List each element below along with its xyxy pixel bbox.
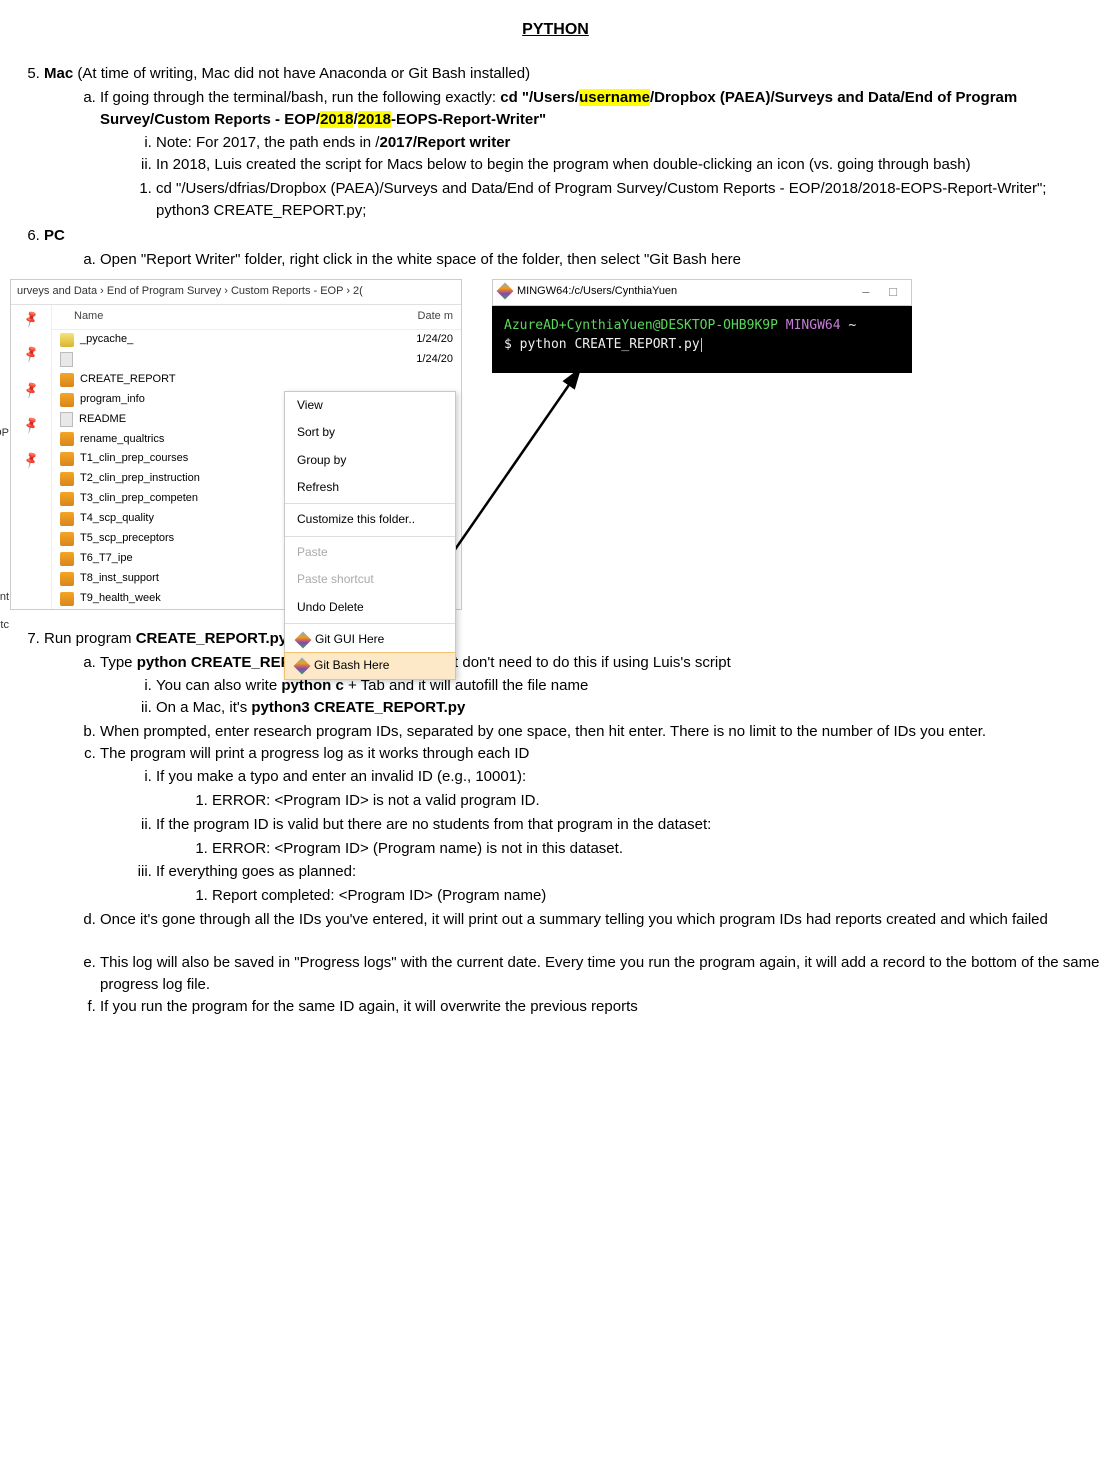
breadcrumb[interactable]: urveys and Data › End of Program Survey … [11, 280, 461, 305]
list-item: Run program CREATE_REPORT.py Type python… [44, 628, 1101, 1018]
file-name: T6_T7_ipe [80, 551, 133, 567]
file-name: T2_clin_prep_instruction [80, 471, 200, 487]
list-item: If you run the program for the same ID a… [100, 996, 1101, 1018]
py-icon [60, 393, 74, 407]
list-item: If you make a typo and enter an invalid … [156, 766, 1101, 812]
cursor-icon [701, 338, 702, 352]
nav-pane: 📌 📌 📌 📌 📌 [11, 305, 52, 609]
py-icon [60, 572, 74, 586]
doc-icon [60, 412, 73, 427]
list-item: When prompted, enter research program ID… [100, 721, 1101, 743]
list-item: If the program ID is valid but there are… [156, 814, 1101, 860]
menu-git-gui[interactable]: Git GUI Here [285, 626, 455, 653]
file-name: CREATE_REPORT [80, 372, 176, 388]
pin-icon: 📌 [20, 308, 42, 331]
file-date: 1/24/20 [416, 352, 453, 368]
list-item: This log will also be saved in "Progress… [100, 952, 1101, 996]
pin-icon: 📌 [20, 450, 42, 473]
file-name: T5_scp_preceptors [80, 531, 174, 547]
list-item: cd "/Users/dfrias/Dropbox (PAEA)/Surveys… [156, 178, 1101, 222]
file-name: program_info [80, 392, 145, 408]
list-item: ERROR: <Program ID> (Program name) is no… [212, 838, 1101, 860]
menu-git-bash[interactable]: Git Bash Here [284, 652, 456, 679]
prompt-env: MINGW64 [778, 318, 848, 333]
py-icon [60, 452, 74, 466]
terminal-line: $ python CREATE_REPORT.py [504, 337, 700, 352]
pin-icon: 📌 [20, 414, 42, 437]
col-date[interactable]: Date m [418, 309, 453, 325]
text: (At time of writing, Mac did not have An… [73, 65, 530, 82]
list-item: Type python CREATE_REPORT.py and hit ent… [100, 652, 1101, 719]
list-item: If everything goes as planned: Report co… [156, 861, 1101, 907]
nav-truncated-labels: OP pment s, etc [0, 540, 9, 606]
menu-group[interactable]: Group by [285, 447, 455, 474]
git-icon [295, 631, 312, 648]
menu-view[interactable]: View [285, 392, 455, 419]
py-icon [60, 592, 74, 606]
list-item: Mac (At time of writing, Mac did not hav… [44, 63, 1101, 221]
menu-paste: Paste [285, 539, 455, 566]
terminal-body[interactable]: AzureAD+CynthiaYuen@DESKTOP-OHB9K9P MING… [492, 306, 912, 373]
file-name: rename_qualtrics [80, 432, 164, 448]
list-item: Once it's gone through all the IDs you'v… [100, 909, 1101, 931]
list-item: Note: For 2017, the path ends in /2017/R… [156, 132, 1101, 154]
menu-paste-shortcut: Paste shortcut [285, 566, 455, 593]
terminal-titlebar: MINGW64:/c/Users/CynthiaYuen – □ [492, 279, 912, 306]
window-controls[interactable]: – □ [862, 283, 905, 302]
menu-sort[interactable]: Sort by [285, 419, 455, 446]
list-item: PC Open "Report Writer" folder, right cl… [44, 225, 1101, 271]
file-row[interactable]: CREATE_REPORT [52, 370, 461, 390]
py-icon [60, 532, 74, 546]
col-name[interactable]: Name [60, 309, 418, 325]
mingw-icon [497, 283, 514, 300]
terminal-title: MINGW64:/c/Users/CynthiaYuen [517, 285, 677, 297]
context-menu: View Sort by Group by Refresh Customize … [284, 391, 456, 680]
py-icon [60, 552, 74, 566]
file-name: _pycache_ [80, 332, 133, 348]
list-item: In 2018, Luis created the script for Mac… [156, 154, 1101, 176]
highlight: username [579, 89, 650, 106]
file-date: 1/24/20 [416, 332, 453, 348]
file-name: T1_clin_prep_courses [80, 451, 188, 467]
highlight: 2018 [358, 111, 391, 128]
highlight: 2018 [320, 111, 353, 128]
py-icon [60, 472, 74, 486]
doc-icon [60, 352, 73, 367]
file-name: T9_health_week [80, 591, 161, 607]
file-name: T4_scp_quality [80, 511, 154, 527]
file-row[interactable]: _pycache_ 1/24/20 [52, 330, 461, 350]
py-icon [60, 512, 74, 526]
terminal-window: MINGW64:/c/Users/CynthiaYuen – □ AzureAD… [492, 279, 912, 610]
py-icon [60, 432, 74, 446]
column-headers[interactable]: Name Date m [52, 305, 461, 330]
file-name: T3_clin_prep_competen [80, 491, 198, 507]
prompt-user: AzureAD+CynthiaYuen@DESKTOP-OHB9K9P [504, 318, 778, 333]
page-title: PYTHON [10, 18, 1101, 41]
git-icon [294, 658, 311, 675]
py-icon [60, 492, 74, 506]
pc-heading: PC [44, 227, 65, 244]
py-icon [60, 373, 74, 387]
pin-icon: 📌 [20, 379, 42, 402]
pin-icon: 📌 [20, 344, 42, 367]
file-name: T8_inst_support [80, 571, 159, 587]
menu-customize[interactable]: Customize this folder.. [285, 506, 455, 533]
folder-icon [60, 333, 74, 347]
file-explorer: urveys and Data › End of Program Survey … [10, 279, 462, 610]
file-name: README [79, 412, 126, 428]
mac-heading: Mac [44, 65, 73, 82]
file-row[interactable]: 1/24/20 [52, 350, 461, 370]
list-item: On a Mac, it's python3 CREATE_REPORT.py [156, 697, 1101, 719]
list-item: The program will print a progress log as… [100, 743, 1101, 907]
text: If going through the terminal/bash, run … [100, 89, 500, 106]
prompt-path: ~ [848, 318, 856, 333]
menu-refresh[interactable]: Refresh [285, 474, 455, 501]
list-item: If going through the terminal/bash, run … [100, 87, 1101, 222]
list-item: Report completed: <Program ID> (Program … [212, 885, 1101, 907]
list-item: Open "Report Writer" folder, right click… [100, 249, 1101, 271]
list-item: ERROR: <Program ID> is not a valid progr… [212, 790, 1101, 812]
menu-undo[interactable]: Undo Delete [285, 594, 455, 621]
